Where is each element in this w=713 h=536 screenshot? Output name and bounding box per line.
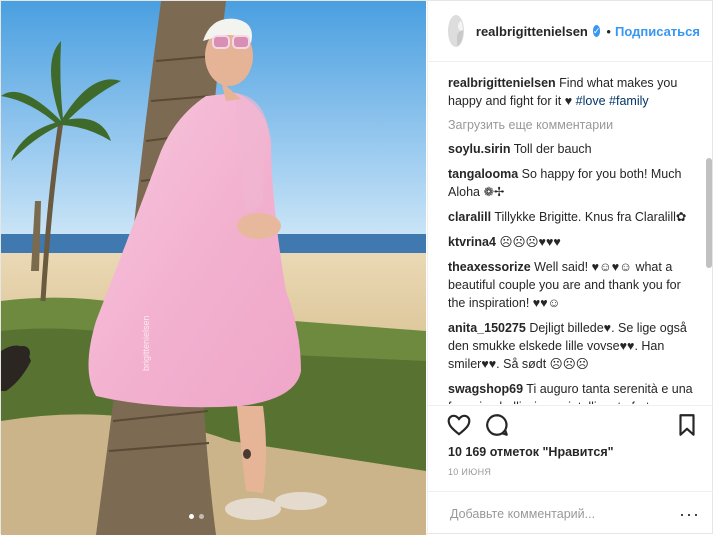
comment-item: theaxessorize Well said! ♥☺♥☺ what a bea… [448, 258, 700, 312]
comment-username[interactable]: theaxessorize [448, 260, 531, 274]
header-separator: • [606, 23, 611, 39]
bookmark-icon[interactable] [674, 412, 700, 438]
load-more-comments-link[interactable]: Загрузить еще комментарии [448, 118, 700, 132]
add-comment-input[interactable] [448, 506, 672, 522]
comment-username[interactable]: anita_150275 [448, 321, 526, 335]
comment-item: anita_150275 Dejligt billede♥. Se lige o… [448, 319, 700, 373]
caption-username[interactable]: realbrigittenielsen [448, 76, 556, 90]
hashtag-link[interactable]: #love [576, 94, 606, 108]
avatar[interactable] [448, 15, 464, 47]
post-sidebar: realbrigittenielsen ✓ • Подписаться real… [427, 1, 713, 535]
comment-item: claralill Tillykke Brigitte. Knus fra Cl… [448, 208, 700, 226]
comment-text: ☹☹☹♥♥♥ [499, 235, 561, 249]
post-photo[interactable]: brigittenielsen [1, 1, 426, 535]
hashtag-link[interactable]: #family [609, 94, 649, 108]
verified-badge-icon: ✓ [592, 25, 601, 37]
comment-username[interactable]: ktvrina4 [448, 235, 496, 249]
follow-button[interactable]: Подписаться [615, 24, 700, 39]
comment-username[interactable]: claralill [448, 210, 491, 224]
ellipsis-icon[interactable]: ··· [679, 504, 700, 525]
add-comment-bar: ··· [428, 491, 713, 536]
comment-item: ktvrina4 ☹☹☹♥♥♥ [448, 233, 700, 251]
post-date[interactable]: 10 ИЮНЯ [448, 467, 491, 477]
beach-photo-illustration: brigittenielsen [1, 1, 426, 535]
likes-count[interactable]: 10 169 отметок "Нравится" [448, 445, 614, 459]
comment-text: Tillykke Brigitte. Knus fra Claralill✿ [494, 210, 687, 224]
instagram-post: brigittenielsen realbrigittenielsen ✓ • … [0, 0, 713, 535]
photo-watermark: brigittenielsen [141, 315, 151, 371]
carousel-indicator [189, 514, 204, 519]
comments-scrollbar[interactable] [706, 158, 712, 268]
comment-username[interactable]: swagshop69 [448, 382, 523, 396]
heart-icon[interactable] [446, 412, 472, 438]
comment-item: tangalooma So happy for you both! Much A… [448, 165, 700, 201]
caption: realbrigittenielsen Find what makes you … [448, 74, 700, 110]
comment-username[interactable]: tangalooma [448, 167, 518, 181]
header-username[interactable]: realbrigittenielsen [476, 24, 588, 39]
post-actions [428, 405, 713, 444]
comment-item: soylu.sirin Toll der bauch [448, 140, 700, 158]
comment-icon[interactable] [484, 412, 510, 438]
post-header: realbrigittenielsen ✓ • Подписаться [428, 1, 713, 62]
comments-list[interactable]: realbrigittenielsen Find what makes you … [428, 62, 713, 404]
comment-username[interactable]: soylu.sirin [448, 142, 511, 156]
carousel-dot [199, 514, 204, 519]
carousel-dot-active [189, 514, 194, 519]
comment-text: Toll der bauch [513, 142, 592, 156]
comment-item: swagshop69 Ti auguro tanta serenità e un… [448, 380, 700, 404]
